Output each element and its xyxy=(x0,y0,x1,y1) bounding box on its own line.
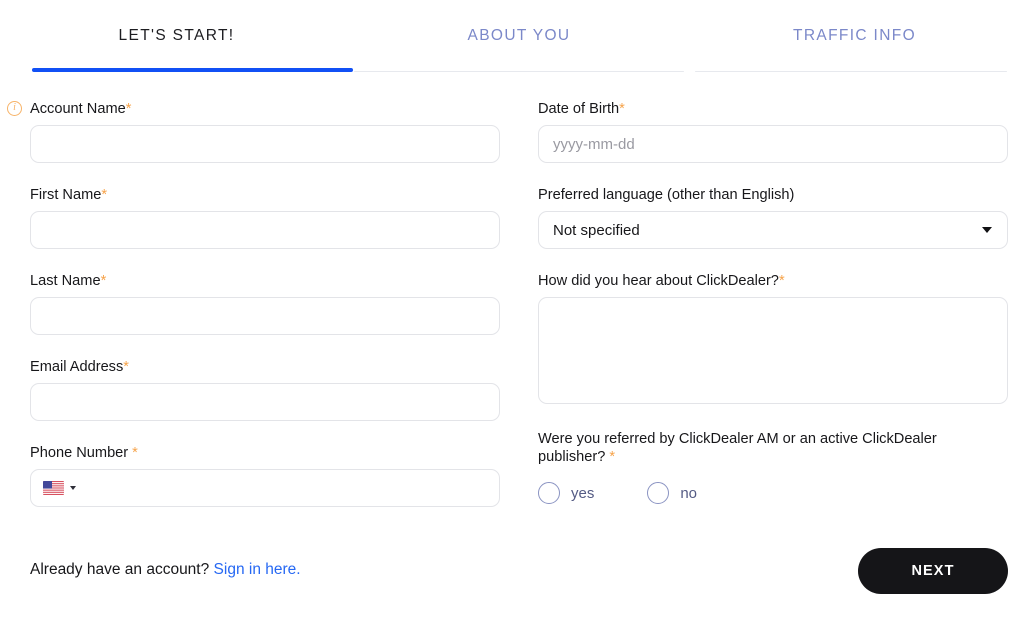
date-of-birth-label-text: Date of Birth xyxy=(538,101,620,117)
registration-page: LET'S START! ABOUT YOU TRAFFIC INFO i Ac… xyxy=(0,0,1024,626)
first-name-required-mark: * xyxy=(101,187,108,203)
referred-required-mark: * xyxy=(609,449,616,465)
how-did-you-hear-required-mark: * xyxy=(778,273,785,289)
phone-number-label-text: Phone Number xyxy=(30,445,129,461)
first-name-input[interactable] xyxy=(30,211,500,249)
phone-number-label: Phone Number * xyxy=(30,444,500,462)
account-name-input[interactable] xyxy=(30,125,500,163)
preferred-language-select[interactable]: Not specified xyxy=(538,211,1008,249)
preferred-language-label-text: Preferred language (other than English) xyxy=(538,187,795,203)
referred-radio-no[interactable]: no xyxy=(647,482,697,504)
first-name-label-text: First Name xyxy=(30,187,102,203)
email-address-required-mark: * xyxy=(123,359,129,375)
radio-circle-icon xyxy=(647,482,670,504)
field-account-name: i Account Name* xyxy=(7,100,500,163)
field-last-name: Last Name* xyxy=(30,272,500,335)
referred-radio-yes[interactable]: yes xyxy=(538,482,594,504)
last-name-label-text: Last Name xyxy=(30,273,101,289)
preferred-language-label: Preferred language (other than English) xyxy=(538,186,1008,204)
step-tabs: LET'S START! ABOUT YOU TRAFFIC INFO xyxy=(0,0,1024,72)
date-of-birth-input[interactable] xyxy=(538,125,1008,163)
signin-prompt-text: Already have an account? xyxy=(30,561,210,578)
tab-about-you-underline xyxy=(354,71,684,72)
how-did-you-hear-label-text: How did you hear about ClickDealer? xyxy=(538,273,779,289)
registration-form: i Account Name* First Name* Last Name* E… xyxy=(0,100,1024,530)
field-phone-number: Phone Number * xyxy=(30,444,500,507)
phone-number-input[interactable] xyxy=(76,470,499,506)
form-left-column: i Account Name* First Name* Last Name* E… xyxy=(7,100,500,507)
tab-lets-start-label: LET'S START! xyxy=(118,27,235,44)
tab-about-you-label: ABOUT YOU xyxy=(467,27,571,44)
form-right-column: Date of Birth* Preferred language (other… xyxy=(538,100,1008,504)
tab-traffic-info-label: TRAFFIC INFO xyxy=(793,27,916,44)
country-selector-button[interactable] xyxy=(43,481,76,495)
field-preferred-language: Preferred language (other than English) … xyxy=(538,186,1008,249)
tab-traffic-info[interactable]: TRAFFIC INFO xyxy=(685,0,1024,72)
account-name-required-mark: * xyxy=(125,101,132,117)
account-name-label: Account Name* xyxy=(30,100,500,118)
tab-about-you[interactable]: ABOUT YOU xyxy=(353,0,685,72)
radio-circle-icon xyxy=(538,482,560,504)
email-address-input[interactable] xyxy=(30,383,500,421)
phone-number-required-mark: * xyxy=(132,445,138,461)
last-name-input[interactable] xyxy=(30,297,500,335)
date-of-birth-required-mark: * xyxy=(619,101,625,117)
signin-prompt-line: Already have an account? Sign in here. xyxy=(30,561,301,579)
tab-lets-start[interactable]: LET'S START! xyxy=(0,0,353,72)
first-name-label: First Name* xyxy=(30,186,500,204)
tab-traffic-info-underline xyxy=(695,71,1007,72)
phone-number-input-group xyxy=(30,469,500,507)
referred-radio-group: yes no xyxy=(538,482,1008,504)
referred-radio-no-label: no xyxy=(680,484,698,502)
field-first-name: First Name* xyxy=(30,186,500,249)
us-flag-icon xyxy=(43,481,64,495)
account-name-label-text: Account Name xyxy=(30,101,126,117)
preferred-language-select-wrap: Not specified xyxy=(538,211,1008,249)
referred-label: Were you referred by ClickDealer AM or a… xyxy=(538,430,1008,466)
how-did-you-hear-label: How did you hear about ClickDealer?* xyxy=(538,272,1008,290)
info-icon[interactable]: i xyxy=(7,101,22,116)
how-did-you-hear-textarea[interactable] xyxy=(538,297,1008,404)
next-button[interactable]: NEXT xyxy=(858,548,1008,594)
sign-in-link[interactable]: Sign in here. xyxy=(214,561,301,578)
email-address-label-text: Email Address xyxy=(30,359,124,375)
last-name-required-mark: * xyxy=(100,273,107,289)
referred-label-text: Were you referred by ClickDealer AM or a… xyxy=(538,431,937,465)
field-date-of-birth: Date of Birth* xyxy=(538,100,1008,163)
field-how-did-you-hear: How did you hear about ClickDealer?* xyxy=(538,272,1008,409)
field-referred: Were you referred by ClickDealer AM or a… xyxy=(538,430,1008,504)
tab-active-underline xyxy=(32,68,353,72)
last-name-label: Last Name* xyxy=(30,272,500,290)
form-footer: Already have an account? Sign in here. N… xyxy=(0,548,1024,614)
email-address-label: Email Address* xyxy=(30,358,500,376)
field-email-address: Email Address* xyxy=(30,358,500,421)
date-of-birth-label: Date of Birth* xyxy=(538,100,1008,118)
referred-radio-yes-label: yes xyxy=(571,484,595,502)
